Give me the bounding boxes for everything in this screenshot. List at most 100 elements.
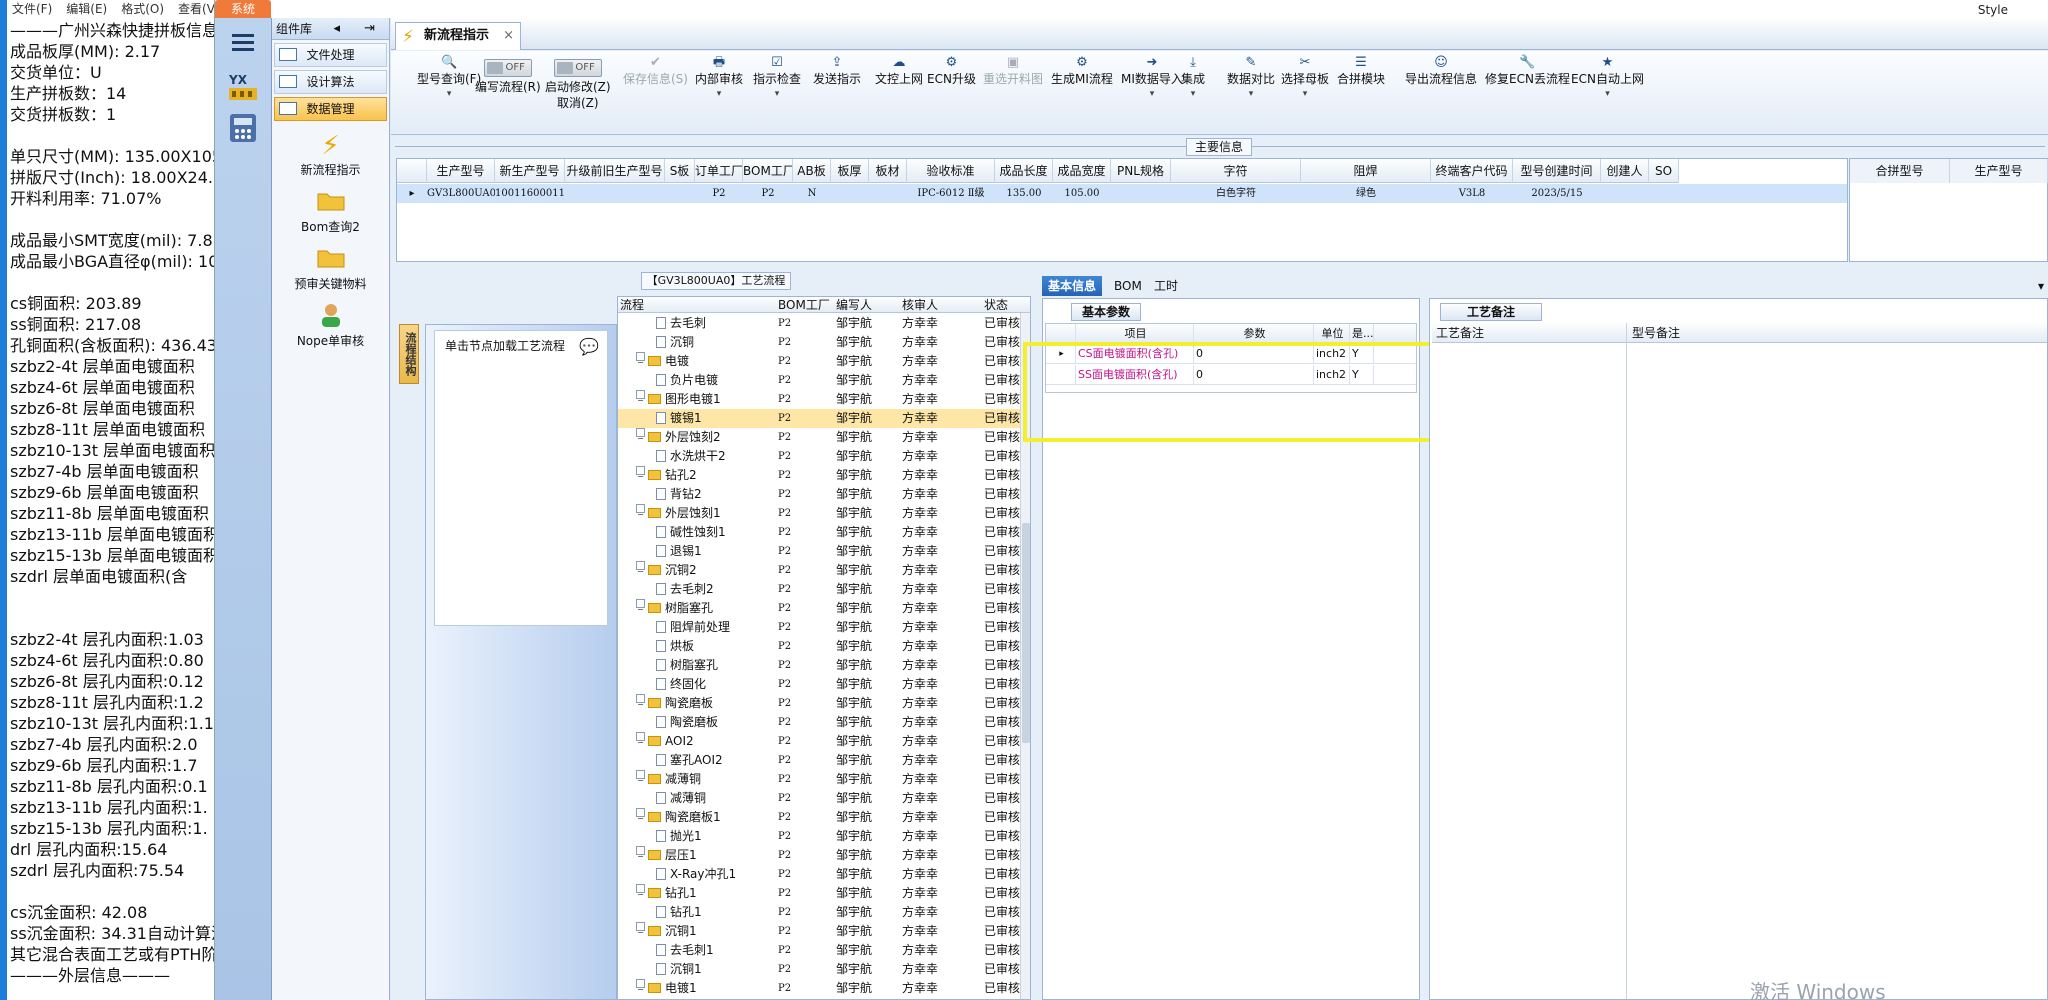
tree-row[interactable]: 阻焊前处理 P2 邹宇航 方幸幸 已审核 bbox=[618, 618, 1022, 637]
toggle-switch[interactable]: OFF bbox=[483, 59, 532, 77]
tree-row[interactable]: 钻孔1 P2 邹宇航 方幸幸 已审核 bbox=[618, 903, 1022, 922]
style-menu[interactable]: Style bbox=[1978, 3, 2008, 17]
main-info-grid[interactable]: 生产型号 新生产型号 升级前旧生产型号 S板 订单工厂 BOM工厂 AB板 板厚 板材 验收标准成… bbox=[396, 158, 1848, 262]
grid-corner[interactable] bbox=[397, 159, 427, 183]
chevron-down-icon[interactable]: ▾ bbox=[695, 87, 743, 101]
chevron-down-icon[interactable]: ▾ bbox=[1281, 87, 1329, 101]
tree-row[interactable]: − 外层蚀刻2 P2 邹宇航 方幸幸 已审核 bbox=[618, 428, 1022, 447]
grid-cell[interactable] bbox=[1111, 184, 1171, 203]
tree-row[interactable]: 陶瓷磨板 P2 邹宇航 方幸幸 已审核 bbox=[618, 713, 1022, 732]
collapse-icon[interactable]: − bbox=[636, 732, 645, 747]
collapse-icon[interactable]: − bbox=[636, 428, 645, 443]
process-tree[interactable]: 流程 BOM工厂 编写人 核审人 状态 去毛刺 P2 邹宇航 方幸幸 已审核 沉铜 P2 邹宇… bbox=[617, 296, 1031, 1000]
grid-header-cell[interactable]: BOM工厂 bbox=[743, 159, 793, 183]
toolbar-button[interactable]: 🔍 型号查询(F) ▾ bbox=[417, 55, 481, 101]
toolbar-button[interactable]: OFF 编写流程(R) bbox=[475, 55, 541, 95]
tree-row[interactable]: 抛光1 P2 邹宇航 方幸幸 已审核 bbox=[618, 827, 1022, 846]
tab-process-notes[interactable]: 工艺备注 bbox=[1440, 303, 1542, 321]
tab-basic-params[interactable]: 基本参数 bbox=[1071, 303, 1141, 321]
toolbar-button[interactable]: ☰ 合拼模块 bbox=[1337, 55, 1385, 87]
comp-row-design-algorithm[interactable]: 设计算法 bbox=[274, 70, 387, 94]
tree-row[interactable]: 沉铜1 P2 邹宇航 方幸幸 已审核 bbox=[618, 960, 1022, 979]
toggle-switch[interactable]: OFF bbox=[553, 59, 602, 77]
toolbar-button[interactable]: ➜ MI数据导入 ▾ bbox=[1121, 55, 1183, 101]
grid-header-cell[interactable]: PNL规格 bbox=[1111, 159, 1171, 183]
collapse-icon[interactable]: − bbox=[636, 561, 645, 576]
grid-cell[interactable]: IPC-6012 Ⅱ级 bbox=[907, 184, 995, 203]
tree-row[interactable]: 去毛刺 P2 邹宇航 方幸幸 已审核 bbox=[618, 314, 1022, 333]
tree-row[interactable]: 沉铜 P2 邹宇航 方幸幸 已审核 bbox=[618, 333, 1022, 352]
grid-header-cell[interactable]: S板 bbox=[665, 159, 695, 183]
tree-row[interactable]: 碱性蚀刻1 P2 邹宇航 方幸幸 已审核 bbox=[618, 523, 1022, 542]
tree-row[interactable]: − 钻孔2 P2 邹宇航 方幸幸 已审核 bbox=[618, 466, 1022, 485]
process-structure-tab[interactable]: 流程结构 bbox=[399, 324, 419, 384]
chevron-down-icon[interactable]: ▾ bbox=[417, 87, 481, 101]
tree-row[interactable]: − AOI2 P2 邹宇航 方幸幸 已审核 bbox=[618, 732, 1022, 751]
toolbar-button[interactable]: ☺ 导出流程信息 bbox=[1405, 55, 1477, 87]
tool-new-process-instruction[interactable]: ⚡ 新流程指示 bbox=[272, 131, 389, 178]
tree-row[interactable]: 去毛刺2 P2 邹宇航 方幸幸 已审核 bbox=[618, 580, 1022, 599]
tree-row[interactable]: 镀锡1 P2 邹宇航 方幸幸 已审核 bbox=[618, 409, 1022, 428]
grid-header-cell[interactable]: SO bbox=[1649, 159, 1679, 183]
tree-row[interactable]: X-Ray冲孔1 P2 邹宇航 方幸幸 已审核 bbox=[618, 865, 1022, 884]
grid-header-cell[interactable]: 升级前旧生产型号 bbox=[565, 159, 665, 183]
toolbar-button[interactable]: ☑ 指示检查 ▾ bbox=[753, 55, 801, 101]
grid-cell[interactable]: 2023/5/15 bbox=[1513, 184, 1601, 203]
collapse-icon[interactable]: − bbox=[636, 352, 645, 367]
tree-row[interactable]: − 沉铜2 P2 邹宇航 方幸幸 已审核 bbox=[618, 561, 1022, 580]
tree-row[interactable]: 去毛刺1 P2 邹宇航 方幸幸 已审核 bbox=[618, 941, 1022, 960]
toolbar-button[interactable]: 🖶 内部审核 ▾ bbox=[695, 55, 743, 101]
toolbar-button[interactable]: ✂ 选择母板 ▾ bbox=[1281, 55, 1329, 101]
grid-header-cell[interactable]: 生产型号 bbox=[427, 159, 495, 183]
tree-row[interactable]: 水洗烘干2 P2 邹宇航 方幸幸 已审核 bbox=[618, 447, 1022, 466]
tool-nope-review[interactable]: Nope单审核 bbox=[272, 302, 389, 349]
grid-header-cell[interactable]: 新生产型号 bbox=[495, 159, 565, 183]
chevron-down-icon[interactable]: ▾ bbox=[1227, 87, 1275, 101]
combined-model-grid[interactable]: 合拼型号 生产型号 bbox=[1849, 158, 2048, 262]
tree-row[interactable]: − 外层蚀刻1 P2 邹宇航 方幸幸 已审核 bbox=[618, 504, 1022, 523]
grid-cell[interactable]: 105.00 bbox=[1053, 184, 1111, 203]
toolbar-button[interactable]: ⚙ ECN升级 bbox=[927, 55, 976, 87]
collapse-icon[interactable]: − bbox=[636, 922, 645, 937]
grid-header-cell[interactable]: 订单工厂 bbox=[695, 159, 743, 183]
collapse-icon[interactable]: − bbox=[636, 504, 645, 519]
collapse-icon[interactable]: − bbox=[636, 884, 645, 899]
toolbar-button[interactable]: OFF 启动修改(Z) 取消(Z) bbox=[545, 55, 611, 111]
grid-header-cell[interactable]: 成品宽度 bbox=[1053, 159, 1111, 183]
menu-item[interactable]: 文件(F) bbox=[12, 2, 52, 16]
tool-key-material-review[interactable]: 预审关键物料 bbox=[272, 245, 389, 292]
system-tab[interactable]: 系统 bbox=[215, 0, 271, 18]
grid-cell[interactable] bbox=[1649, 184, 1679, 203]
collapse-icon[interactable]: − bbox=[636, 466, 645, 481]
toolbar-button[interactable]: ✎ 数据对比 ▾ bbox=[1227, 55, 1275, 101]
grid-cell[interactable]: P2 bbox=[695, 184, 743, 203]
tree-row[interactable]: − 电镀 P2 邹宇航 方幸幸 已审核 bbox=[618, 352, 1022, 371]
grid-header-cell[interactable]: 成品长度 bbox=[995, 159, 1053, 183]
tree-row[interactable]: 负片电镀 P2 邹宇航 方幸幸 已审核 bbox=[618, 371, 1022, 390]
toolbar-button[interactable]: ☁ 文控上网 bbox=[875, 55, 923, 87]
grid-cell[interactable]: N bbox=[793, 184, 831, 203]
grid-header-cell[interactable]: 创建人 bbox=[1601, 159, 1649, 183]
tree-row[interactable]: 树脂塞孔 P2 邹宇航 方幸幸 已审核 bbox=[618, 656, 1022, 675]
table-row[interactable]: ▸GV3L800UA010011600011408P2P2NIPC-6012 Ⅱ… bbox=[397, 184, 1847, 203]
toolbar-button[interactable]: ⚙ 生成MI流程 bbox=[1051, 55, 1113, 87]
menu-item[interactable]: 编辑(E) bbox=[66, 2, 107, 16]
tree-row[interactable]: 背钻2 P2 邹宇航 方幸幸 已审核 bbox=[618, 485, 1022, 504]
tab-basic-info[interactable]: 基本信息 bbox=[1042, 276, 1103, 296]
tree-row[interactable]: − 陶瓷磨板 P2 邹宇航 方幸幸 已审核 bbox=[618, 694, 1022, 713]
toolbar-button[interactable]: ⤓ 集成 ▾ bbox=[1181, 55, 1205, 101]
toolbar-label[interactable]: 取消(Z) bbox=[545, 95, 611, 111]
toolbar-button[interactable]: ★ ECN自动上网 ▾ bbox=[1571, 55, 1644, 101]
collapse-icon[interactable]: − bbox=[636, 846, 645, 861]
grid-header-cell[interactable]: 阻焊 bbox=[1301, 159, 1431, 183]
grid-cell[interactable]: 135.00 bbox=[995, 184, 1053, 203]
tree-row[interactable]: 烘板 P2 邹宇航 方幸幸 已审核 bbox=[618, 637, 1022, 656]
toolbar-button[interactable]: 🔧 修复ECN丢流程 bbox=[1485, 55, 1570, 87]
calculator-app-icon[interactable] bbox=[225, 110, 261, 146]
grid-header-cell[interactable]: 板材 bbox=[869, 159, 907, 183]
grid-header-cell[interactable]: 板厚 bbox=[831, 159, 869, 183]
tree-row[interactable]: 减薄铜 P2 邹宇航 方幸幸 已审核 bbox=[618, 789, 1022, 808]
chevron-down-icon[interactable]: ▾ bbox=[1181, 87, 1205, 101]
collapse-icon[interactable]: − bbox=[636, 599, 645, 614]
tab-new-process-instruction[interactable]: ⚡ 新流程指示 × bbox=[395, 22, 521, 50]
